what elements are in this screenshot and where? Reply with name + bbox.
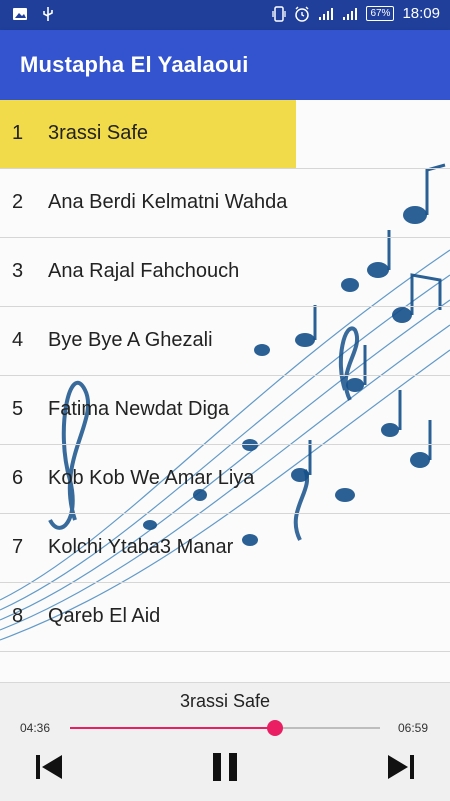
track-number: 2 <box>12 191 24 213</box>
pause-icon[interactable] <box>207 749 243 785</box>
total-time: 06:59 <box>398 721 429 735</box>
track-title: Qareb El Aid <box>48 605 161 627</box>
track-row[interactable]: 7 Kolchi Ytaba3 Manar <box>0 514 450 583</box>
now-playing-title: 3rassi Safe <box>179 691 271 711</box>
signal-icon <box>319 7 334 20</box>
elapsed-time: 04:36 <box>20 721 51 735</box>
usb-icon <box>43 7 53 21</box>
track-row[interactable]: 5 Fatima Newdat Diga <box>0 376 450 445</box>
track-title: 3rassi Safe <box>48 122 149 144</box>
alarm-icon <box>295 6 310 22</box>
skip-previous-icon[interactable] <box>31 749 67 785</box>
track-title: Bye Bye A Ghezali <box>48 329 213 351</box>
track-row[interactable]: 8 Qareb El Aid <box>0 583 450 652</box>
seek-bar[interactable] <box>70 720 380 736</box>
track-list[interactable]: 1 3rassi Safe 2 Ana Berdi Kelmatni Wahda… <box>0 100 450 682</box>
track-row[interactable]: 1 3rassi Safe <box>0 100 450 169</box>
signal-icon <box>343 7 358 20</box>
track-number: 7 <box>12 536 24 558</box>
track-title: Fatima Newdat Diga <box>48 398 230 420</box>
track-row[interactable]: 2 Ana Berdi Kelmatni Wahda <box>0 169 450 238</box>
app-title: Mustapha El Yaalaoui <box>20 52 249 77</box>
track-number: 4 <box>12 329 24 351</box>
track-row[interactable]: 6 Kob Kob We Amar Liya <box>0 445 450 514</box>
track-number: 5 <box>12 398 24 420</box>
seek-progress <box>70 727 275 729</box>
track-title: Kob Kob We Amar Liya <box>48 467 255 489</box>
track-row[interactable]: 4 Bye Bye A Ghezali <box>0 307 450 376</box>
skip-next-icon[interactable] <box>383 749 419 785</box>
track-title: Ana Berdi Kelmatni Wahda <box>48 191 288 213</box>
clock: 18:09 <box>402 5 440 22</box>
app-bar: Mustapha El Yaalaoui <box>0 30 450 100</box>
track-title: Kolchi Ytaba3 Manar <box>48 536 234 558</box>
status-bar: 67% 18:09 <box>0 0 450 30</box>
battery-icon: 67% <box>366 6 395 21</box>
track-row[interactable]: 3 Ana Rajal Fahchouch <box>0 238 450 307</box>
track-number: 3 <box>12 260 24 282</box>
track-number: 8 <box>12 605 24 627</box>
track-number: 1 <box>12 122 24 144</box>
seek-thumb[interactable] <box>266 720 283 736</box>
image-icon <box>13 8 27 20</box>
track-number: 6 <box>12 467 24 489</box>
player-bar: 3rassi Safe 04:36 06:59 <box>0 682 450 801</box>
track-title: Ana Rajal Fahchouch <box>48 260 240 282</box>
vibrate-icon <box>272 5 287 22</box>
